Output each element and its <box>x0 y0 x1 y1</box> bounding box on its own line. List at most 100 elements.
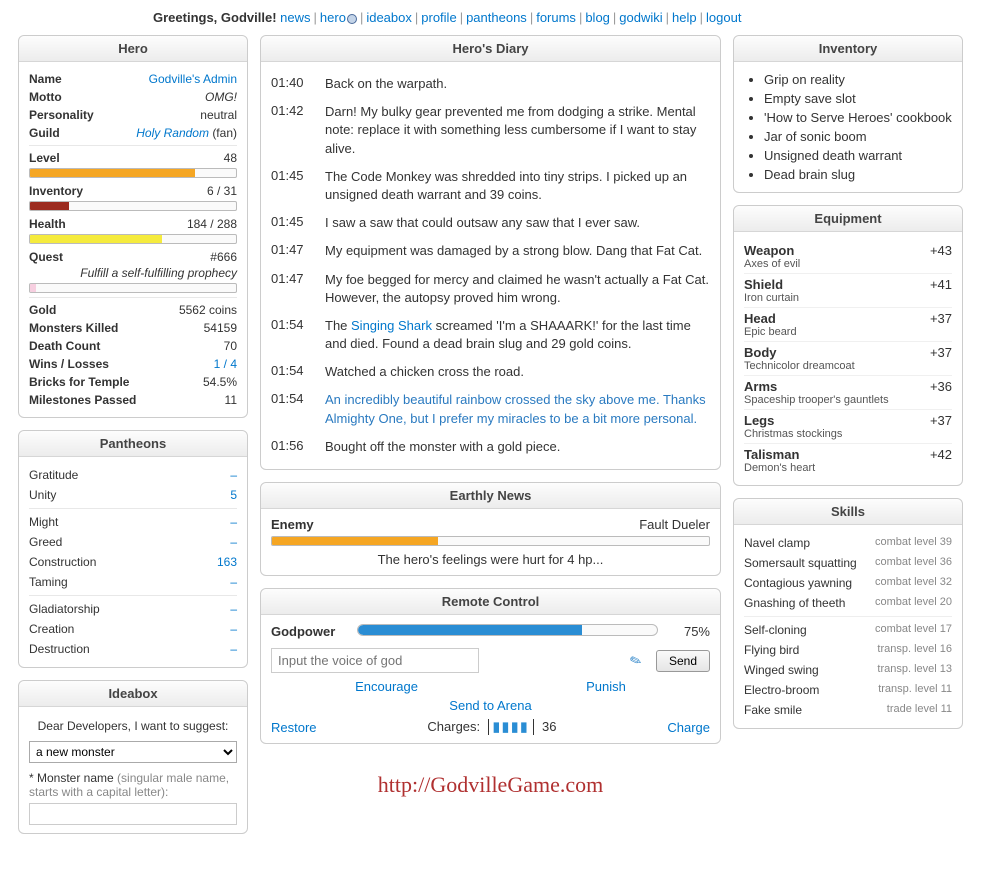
pantheon-value: – <box>230 468 237 482</box>
skill-name: Contagious yawning <box>744 576 852 590</box>
pantheons-title: Pantheons <box>19 431 247 457</box>
inventory-item: Empty save slot <box>764 89 952 108</box>
hero-gold: 5562 coins <box>179 303 237 317</box>
hero-wl-link[interactable]: 1 / 4 <box>214 357 237 371</box>
hero-quest-label: Quest <box>29 250 63 264</box>
ideabox-field-label: * Monster name (singular male name, star… <box>29 771 237 799</box>
remote-control-panel: Remote Control Godpower 75% ✎ Send Encou… <box>260 588 721 744</box>
clear-icon[interactable]: ✎ <box>628 651 645 671</box>
nav-news[interactable]: news <box>280 10 310 25</box>
skill-name: Self-cloning <box>744 623 807 637</box>
diary-monster-link[interactable]: Singing Shark <box>351 318 432 333</box>
charge-link[interactable]: Charge <box>667 720 710 735</box>
ideabox-select[interactable]: a new monster <box>29 741 237 763</box>
inventory-bar <box>29 201 237 211</box>
hero-inv: 6 / 31 <box>207 184 237 198</box>
diary-entry: 01:56Bought off the monster with a gold … <box>271 433 710 461</box>
hero-panel-title: Hero <box>19 36 247 62</box>
hero-monsters-label: Monsters Killed <box>29 321 118 335</box>
diary-text: The Singing Shark screamed 'I'm a SHAAAR… <box>325 317 710 353</box>
diary-time: 01:47 <box>271 242 315 260</box>
godpower-bar <box>357 624 658 636</box>
pantheon-value[interactable]: 5 <box>230 488 237 502</box>
eq-bonus: +43 <box>930 243 952 258</box>
skill-row: Gnashing of theethcombat level 20 <box>744 593 952 613</box>
ideabox-input[interactable] <box>29 803 237 825</box>
equipment-slot: Body+37Technicolor dreamcoat <box>744 342 952 376</box>
punish-link[interactable]: Punish <box>586 679 626 694</box>
eq-item-name: Spaceship trooper's gauntlets <box>744 394 952 406</box>
diary-entry: 01:45The Code Monkey was shredded into t… <box>271 163 710 209</box>
hero-bricks: 54.5% <box>203 375 237 389</box>
top-nav: Greetings, Godville! news|hero|ideabox|p… <box>18 10 963 25</box>
eq-slot-name: Shield <box>744 277 783 292</box>
diary-text: An incredibly beautiful rainbow crossed … <box>325 391 710 427</box>
pantheon-row: Might– <box>29 512 237 532</box>
nav-godwiki[interactable]: godwiki <box>619 10 662 25</box>
eq-slot-name: Head <box>744 311 776 326</box>
pantheon-value: – <box>230 535 237 549</box>
arena-link[interactable]: Send to Arena <box>449 698 531 713</box>
hero-motto: OMG! <box>205 90 237 104</box>
pantheon-row: Taming– <box>29 572 237 592</box>
nav-hero[interactable]: hero <box>320 10 346 25</box>
diary-time: 01:40 <box>271 75 315 93</box>
eq-bonus: +36 <box>930 379 952 394</box>
eq-item-name: Epic beard <box>744 326 952 338</box>
nav-profile[interactable]: profile <box>421 10 456 25</box>
voice-input[interactable] <box>271 648 479 673</box>
hero-monsters: 54159 <box>204 321 237 335</box>
hero-health-label: Health <box>29 217 66 231</box>
equipment-panel: Equipment Weapon+43Axes of evilShield+41… <box>733 205 963 486</box>
eq-slot-name: Arms <box>744 379 777 394</box>
inventory-item: Grip on reality <box>764 70 952 89</box>
skill-name: Fake smile <box>744 703 802 717</box>
charges-display: Charges: ▮▮▮▮ 36 <box>427 719 556 735</box>
pantheon-name: Unity <box>29 488 56 502</box>
hero-miles-label: Milestones Passed <box>29 393 136 407</box>
hero-miles: 11 <box>225 393 237 407</box>
nav-logout[interactable]: logout <box>706 10 741 25</box>
diary-entry: 01:54 The Singing Shark screamed 'I'm a S… <box>271 312 710 358</box>
pantheon-value: – <box>230 602 237 616</box>
diary-entry: 01:42Darn! My bulky gear prevented me fr… <box>271 98 710 163</box>
skill-row: Flying birdtransp. level 16 <box>744 640 952 660</box>
pantheon-value: – <box>230 642 237 656</box>
health-bar <box>29 234 237 244</box>
nav-forums[interactable]: forums <box>536 10 576 25</box>
quest-bar <box>29 283 237 293</box>
pantheon-value: – <box>230 622 237 636</box>
footer-url: http://GodvilleGame.com <box>260 772 721 798</box>
hero-personality-label: Personality <box>29 108 94 122</box>
news-message: The hero's feelings were hurt for 4 hp..… <box>271 552 710 567</box>
level-bar <box>29 168 237 178</box>
hero-deaths: 70 <box>224 339 237 353</box>
equipment-slot: Legs+37Christmas stockings <box>744 410 952 444</box>
eq-slot-name: Weapon <box>744 243 794 258</box>
nav-blog[interactable]: blog <box>585 10 610 25</box>
ideabox-panel: Ideabox Dear Developers, I want to sugge… <box>18 680 248 834</box>
diary-text: My foe begged for mercy and claimed he w… <box>325 271 710 307</box>
diary-panel: Hero's Diary 01:40Back on the warpath.01… <box>260 35 721 470</box>
hero-name-link[interactable]: Godville's Admin <box>149 72 237 86</box>
send-button[interactable]: Send <box>656 650 710 672</box>
pantheon-name: Greed <box>29 535 62 549</box>
equipment-slot: Shield+41Iron curtain <box>744 274 952 308</box>
skill-name: Gnashing of theeth <box>744 596 845 610</box>
eq-bonus: +37 <box>930 413 952 428</box>
nav-help[interactable]: help <box>672 10 697 25</box>
inventory-title: Inventory <box>734 36 962 62</box>
nav-pantheons[interactable]: pantheons <box>466 10 527 25</box>
eq-item-name: Iron curtain <box>744 292 952 304</box>
restore-link[interactable]: Restore <box>271 720 317 735</box>
diary-text: I saw a saw that could outsaw any saw th… <box>325 214 710 232</box>
eq-item-name: Axes of evil <box>744 258 952 270</box>
nav-ideabox[interactable]: ideabox <box>366 10 412 25</box>
encourage-link[interactable]: Encourage <box>355 679 418 694</box>
hero-guild-link[interactable]: Holy Random <box>136 126 209 140</box>
news-enemy-name: Fault Dueler <box>639 517 710 532</box>
pantheon-value[interactable]: 163 <box>217 555 237 569</box>
diary-time: 01:54 <box>271 317 315 353</box>
eq-item-name: Christmas stockings <box>744 428 952 440</box>
skill-name: Winged swing <box>744 663 819 677</box>
